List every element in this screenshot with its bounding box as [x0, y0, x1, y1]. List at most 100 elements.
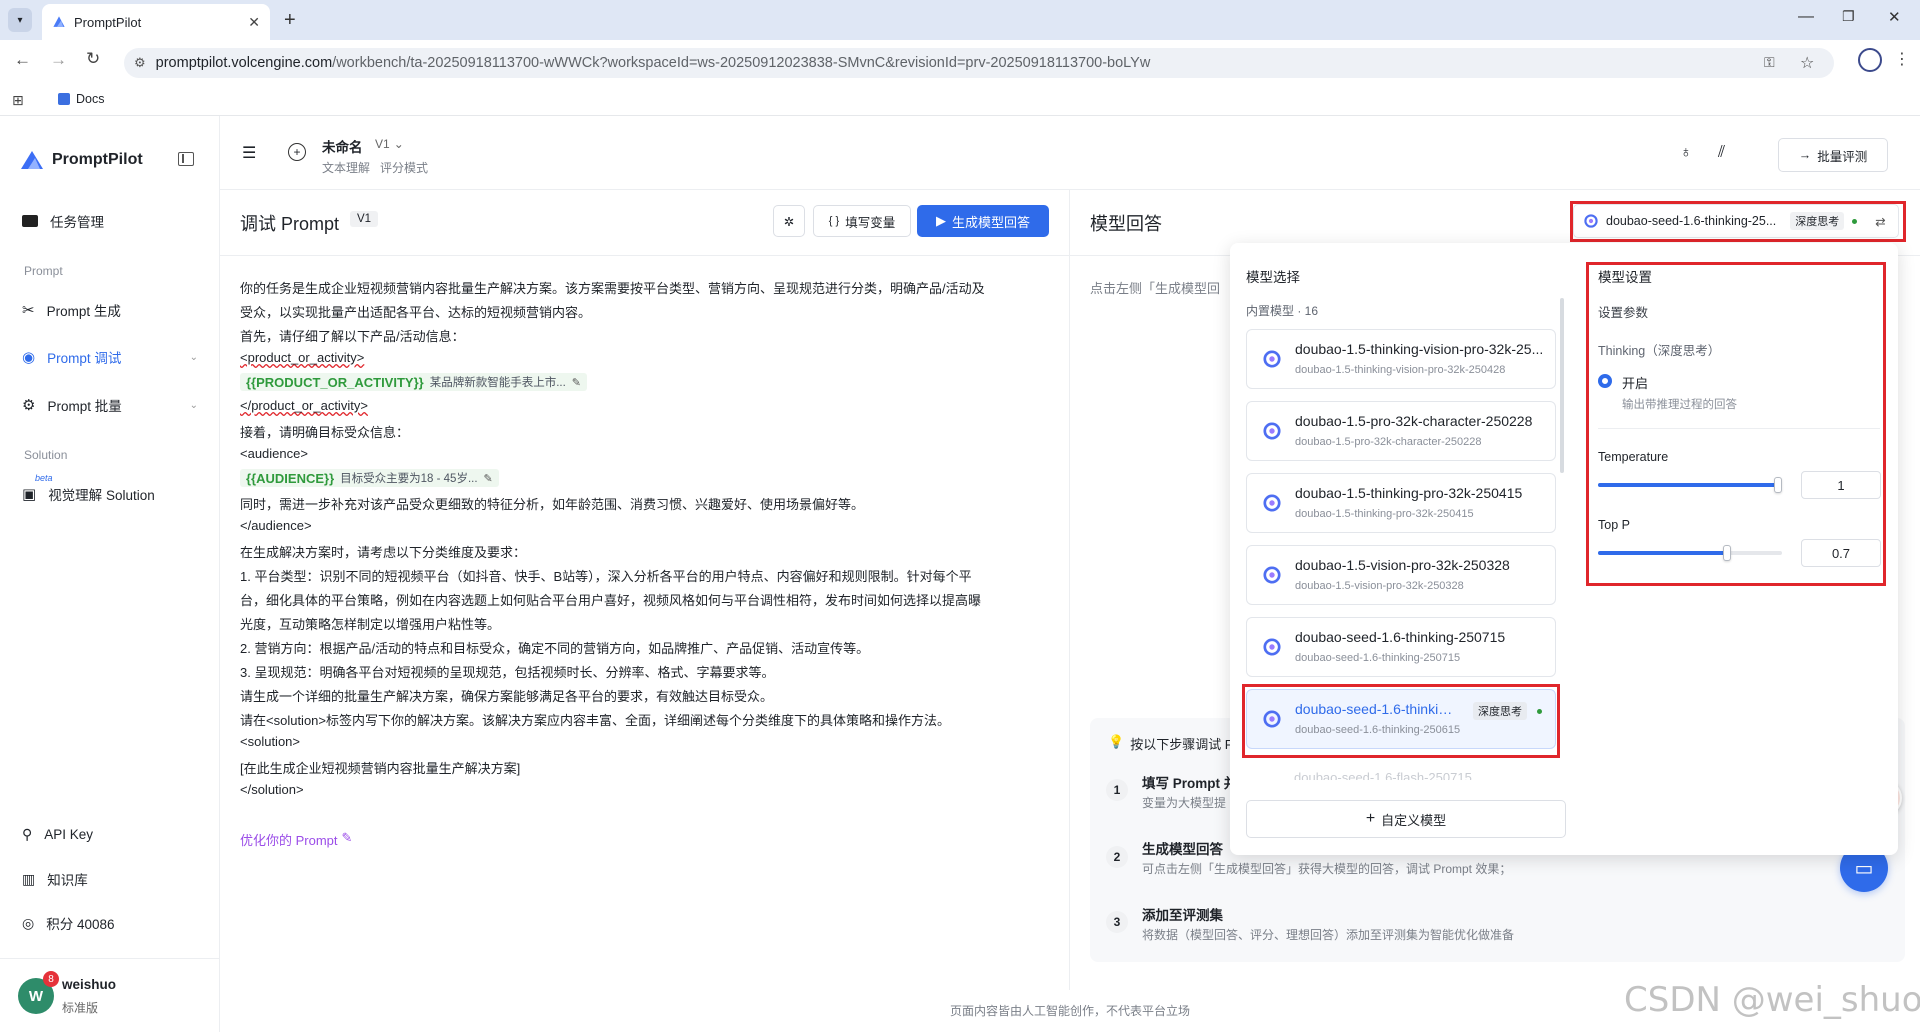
sidebar-item-prompt-generate[interactable]: ✂ Prompt 生成 [22, 300, 121, 320]
promptpilot-logo-icon [21, 151, 43, 169]
sidebar-item-knowledge[interactable]: ▥ 知识库 [22, 869, 88, 889]
step3-title: 添加至评测集 [1142, 908, 1223, 923]
compare-icon[interactable]: ⫽ [1718, 144, 1725, 162]
variable-pill-product[interactable]: {{PRODUCT_OR_ACTIVITY}} 某品牌新款智能手表上市... ✎ [240, 373, 588, 391]
prompt-line[interactable]: 受众，以实现批量产出适配各平台、达标的短视频营销内容。 [240, 302, 591, 321]
user-plan: 标准版 [62, 1001, 99, 1015]
optimize-prompt-label: 优化你的 Prompt [240, 833, 338, 848]
prompt-line[interactable]: 1. 平台类型：识别不同的短视频平台（如抖音、快手、B站等），深入分析各平台的用… [240, 566, 972, 585]
fill-variables-button[interactable]: { } 填写变量 [813, 205, 911, 237]
generate-response-button[interactable]: ▶ 生成模型回答 [917, 205, 1049, 237]
docs-bookmark-icon [58, 93, 70, 105]
debug-title: 调试 Prompt [240, 214, 340, 234]
browser-tab[interactable]: PromptPilot ✕ [42, 4, 270, 40]
model-card[interactable]: doubao-1.5-thinking-vision-pro-32k-25...… [1246, 329, 1556, 389]
prompt-line[interactable]: [在此生成企业短视频营销内容批量生产解决方案] [240, 758, 520, 777]
task-name[interactable]: 未命名 [322, 136, 363, 156]
model-name: doubao-1.5-vision-pro-32k-250328 [1295, 557, 1510, 573]
pencil-icon[interactable]: ✎ [572, 376, 581, 389]
custom-model-button[interactable]: + 自定义模型 [1246, 800, 1566, 838]
brand-name: PromptPilot [52, 151, 143, 168]
prompt-line[interactable]: </audience> [240, 518, 312, 533]
prompt-line[interactable]: 光度，互动策略怎样制定以增强用户粘性等。 [240, 614, 500, 633]
model-card[interactable]: doubao-1.5-pro-32k-character-250228 doub… [1246, 401, 1556, 461]
apps-grid-icon[interactable]: ⊞ [12, 92, 24, 109]
reload-icon[interactable]: ↻ [86, 49, 100, 69]
notification-count: 8 [48, 973, 54, 985]
prompt-line[interactable]: </product_or_activity> [240, 398, 368, 413]
back-icon[interactable]: ← [14, 50, 31, 70]
browser-menu-icon[interactable]: ⋮ [1894, 49, 1910, 69]
prompt-line[interactable]: 2. 营销方向：根据产品/活动的特点和目标受众，确定不同的营销方向，如品牌推广、… [240, 638, 869, 657]
variable-name: {{PRODUCT_OR_ACTIVITY}} [246, 374, 424, 390]
prompt-line[interactable]: 台，细化具体的平台策略，例如在内容选题上如何贴合平台用户喜好，视频风格如何与平台… [240, 590, 981, 609]
sidebar-item-label: API Key [44, 827, 94, 842]
highlight-box-selected-model [1242, 684, 1560, 758]
beta-badge: beta [35, 473, 53, 483]
prompt-line[interactable]: 3. 呈现规范：明确各平台对短视频的呈现规范，包括视频时长、分辨率、格式、字幕要… [240, 662, 774, 681]
profile-icon[interactable] [1858, 48, 1882, 72]
forward-icon[interactable]: → [50, 50, 67, 70]
sidebar-item-points[interactable]: ◎ 积分 40086 [22, 913, 115, 933]
model-card[interactable]: doubao-1.5-thinking-pro-32k-250415 douba… [1246, 473, 1556, 533]
prompt-line[interactable]: 请在<solution>标签内写下你的解决方案。该解决方案应内容丰富、全面，详细… [240, 710, 950, 729]
optimize-prompt-link[interactable]: 优化你的 Prompt ✎ [240, 830, 352, 849]
watermark: CSDN @wei_shuo [1624, 980, 1920, 1020]
variable-value: 某品牌新款智能手表上市... [429, 377, 566, 389]
batch-icon: ⚙ [22, 397, 36, 414]
sidebar-item-label: Prompt 批量 [47, 399, 122, 414]
sidebar-item-task-management[interactable]: 任务管理 [22, 211, 104, 231]
window-close-icon[interactable]: ✕ [1888, 8, 1901, 26]
tab-search-icon[interactable]: ▾ [8, 8, 32, 32]
add-circle-icon[interactable]: + [288, 143, 306, 161]
sidebar [0, 116, 220, 1032]
brand-logo[interactable]: PromptPilot [20, 150, 143, 170]
prompt-line[interactable]: </solution> [240, 782, 304, 797]
model-name: doubao-1.5-thinking-vision-pro-32k-25... [1295, 341, 1544, 357]
prompt-line[interactable]: 请生成一个详细的批量生产解决方案，确保方案能够满足各平台的要求，有效触达目标受众… [240, 686, 773, 705]
new-tab-icon[interactable]: + [284, 9, 296, 32]
prompt-line[interactable]: 首先，请仔细了解以下产品/活动信息： [240, 326, 465, 345]
variable-pill-audience[interactable]: {{AUDIENCE}} 目标受众主要为18 - 45岁... ✎ [240, 469, 499, 487]
play-icon: ▶ [935, 213, 946, 228]
menu-icon[interactable]: ☰ [242, 143, 276, 167]
step2-desc: 可点击左侧「生成模型回答」获得大模型的回答，调试 Prompt 效果； [1142, 862, 1512, 876]
sidebar-item-api-key[interactable]: ⚲ API Key [22, 826, 93, 843]
panel-divider [220, 255, 1070, 256]
model-card[interactable]: doubao-seed-1.6-thinking-250715 doubao-s… [1246, 617, 1556, 677]
prompt-line[interactable]: 在生成解决方案时，请考虑以下分类维度及要求： [240, 542, 526, 561]
batch-eval-button[interactable]: → 批量评测 [1778, 138, 1888, 172]
collapse-sidebar-icon[interactable] [178, 152, 194, 166]
avatar-initial: W [28, 987, 44, 1005]
model-list-scrollbar[interactable] [1560, 298, 1564, 473]
sidebar-item-vision-solution[interactable]: ▣ 视觉理解 Solution [22, 484, 155, 504]
bookmark-star-icon[interactable]: ☆ [1800, 53, 1814, 73]
bookmarks-bar: ⊞ Docs [0, 84, 1920, 116]
sidebar-item-prompt-batch[interactable]: ⚙ Prompt 批量 ⌄ [22, 395, 198, 415]
url-host: promptpilot.volcengine.com [155, 55, 333, 71]
pencil-icon[interactable]: ✎ [484, 472, 493, 485]
model-card[interactable]: doubao-1.5-vision-pro-32k-250328 doubao-… [1246, 545, 1556, 605]
sidebar-item-prompt-debug[interactable]: ◉ Prompt 调试 ⌄ [22, 347, 198, 367]
lightbulb-icon[interactable]: ♁ [1680, 144, 1692, 162]
prompt-line[interactable]: <solution> [240, 734, 300, 749]
site-info-icon[interactable]: ⚙ [134, 55, 146, 71]
prompt-line[interactable]: 接着，请明确目标受众信息： [240, 422, 409, 441]
prompt-line[interactable]: 同时，需进一步补充对该产品受众更细致的特征分析，如年龄范围、消费习惯、兴趣爱好、… [240, 494, 864, 513]
prompt-line[interactable]: 你的任务是生成企业短视频营销内容批量生产解决方案。该方案需要按平台类型、营销方向… [240, 278, 985, 297]
prompt-line[interactable]: <product_or_activity> [240, 350, 364, 365]
model-id: doubao-1.5-thinking-vision-pro-32k-25042… [1295, 364, 1506, 376]
step1-title: 填写 Prompt 并 [1142, 776, 1238, 791]
sidebar-item-label: 视觉理解 Solution [48, 488, 155, 503]
url-bar[interactable]: ⚙ promptpilot.volcengine.com/workbench/t… [124, 48, 1834, 78]
model-name: doubao-1.5-pro-32k-character-250228 [1295, 413, 1533, 429]
tab-close-icon[interactable]: ✕ [248, 14, 260, 31]
bookmark-docs[interactable]: Docs [58, 92, 104, 106]
version-dropdown[interactable]: V1 ⌄ [375, 137, 404, 151]
step-number: 3 [1106, 911, 1128, 933]
prompt-line[interactable]: <audience> [240, 446, 308, 461]
settings-sparkle-button[interactable]: ✲ [773, 205, 805, 237]
restore-icon[interactable]: ❐ [1842, 8, 1855, 25]
password-key-icon[interactable]: ⚿ [1764, 54, 1775, 71]
minimize-icon[interactable]: — [1798, 8, 1814, 26]
